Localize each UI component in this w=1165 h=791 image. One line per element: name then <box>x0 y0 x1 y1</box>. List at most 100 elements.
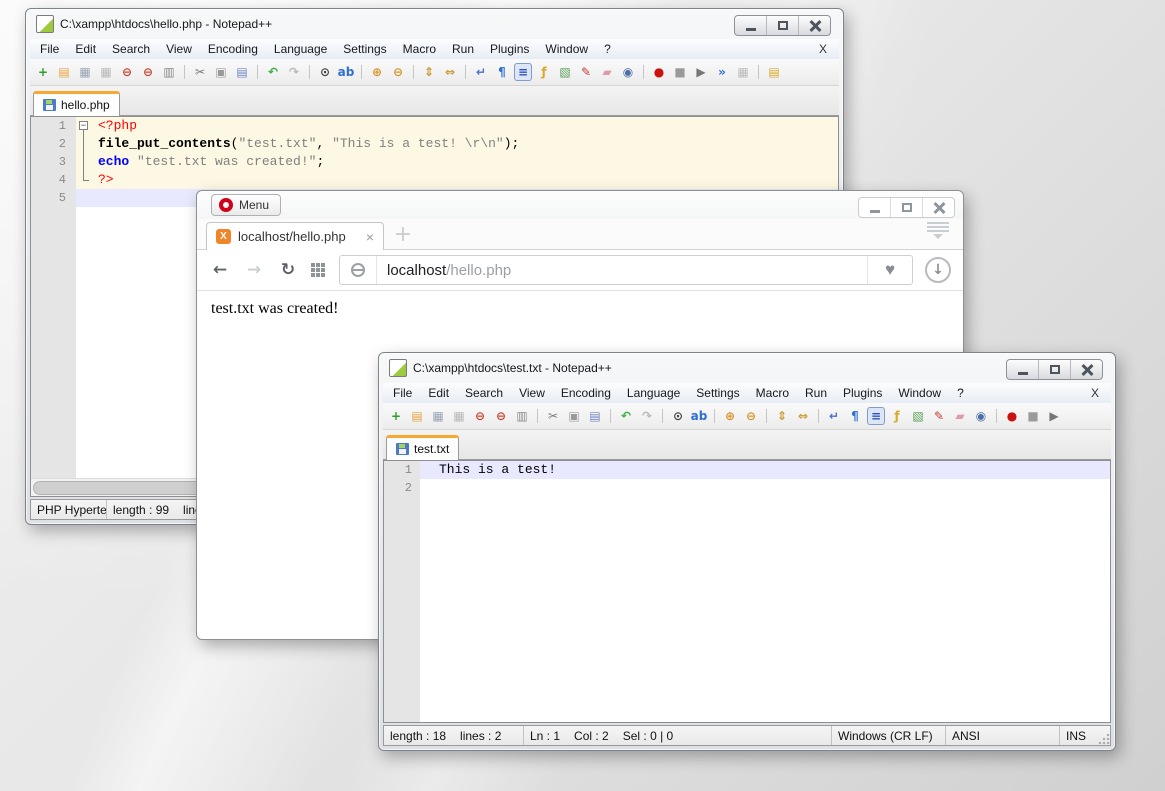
new-tab-button[interactable]: + <box>389 223 417 249</box>
bookmark-heart-button[interactable]: ♥ <box>867 256 912 284</box>
reload-button[interactable]: ↻ <box>277 261 299 279</box>
menu-item-search[interactable]: Search <box>104 40 158 58</box>
paste-icon[interactable]: ▤ <box>586 407 604 425</box>
new-file-icon[interactable]: + <box>34 63 52 81</box>
menu-item-window[interactable]: Window <box>890 384 949 402</box>
menu-item-file[interactable]: File <box>32 40 67 58</box>
back-button[interactable]: ← <box>209 261 231 279</box>
close-doc-icon[interactable]: ⊖ <box>118 63 136 81</box>
indent-guide-icon[interactable]: ≡ <box>514 63 532 81</box>
menu-item-language[interactable]: Language <box>266 40 335 58</box>
close-button[interactable] <box>798 16 830 35</box>
zoom-in-icon[interactable]: ⊕ <box>714 407 739 425</box>
menu-item-encoding[interactable]: Encoding <box>553 384 619 402</box>
menu-item-view[interactable]: View <box>511 384 553 402</box>
minimize-button[interactable] <box>735 16 766 35</box>
replace-icon[interactable]: ab <box>337 63 355 81</box>
function-list-icon[interactable]: ƒ <box>535 63 553 81</box>
macro-stop-icon[interactable]: ■ <box>671 63 689 81</box>
tab-test-txt[interactable]: test.txt <box>386 435 460 460</box>
tab-close-icon[interactable]: × <box>366 230 374 244</box>
speed-dial-icon[interactable] <box>311 263 325 277</box>
sync-horizontal-scroll-icon[interactable]: ⇔ <box>441 63 459 81</box>
cut-icon[interactable]: ✂ <box>184 63 209 81</box>
menu-item-macro[interactable]: Macro <box>748 384 797 402</box>
macro-record-icon[interactable]: ● <box>643 63 668 81</box>
maximize-button[interactable] <box>890 198 922 217</box>
menu-item-search[interactable]: Search <box>457 384 511 402</box>
maximize-button[interactable] <box>766 16 798 35</box>
show-all-characters-icon[interactable]: ¶ <box>493 63 511 81</box>
show-all-characters-icon[interactable]: ¶ <box>846 407 864 425</box>
menu-item-view[interactable]: View <box>158 40 200 58</box>
replace-icon[interactable]: ab <box>690 407 708 425</box>
sync-horizontal-scroll-icon[interactable]: ⇔ <box>794 407 812 425</box>
opera-menu-button[interactable]: Menu <box>211 194 282 216</box>
menu-close-document-button[interactable]: X <box>809 42 837 56</box>
print-icon[interactable]: ▥ <box>160 63 178 81</box>
zoom-out-icon[interactable]: ⊖ <box>389 63 407 81</box>
macro-run-multiple-icon[interactable]: » <box>713 63 731 81</box>
document-map-icon[interactable]: ▧ <box>909 407 927 425</box>
menu-item-encoding[interactable]: Encoding <box>200 40 266 58</box>
menu-item-settings[interactable]: Settings <box>688 384 747 402</box>
find-icon[interactable]: ⊙ <box>309 63 334 81</box>
macro-record-icon[interactable]: ● <box>996 407 1021 425</box>
open-folder-icon[interactable]: ▤ <box>55 63 73 81</box>
menu-item-plugins[interactable]: Plugins <box>482 40 537 58</box>
menu-item-run[interactable]: Run <box>797 384 835 402</box>
zoom-in-icon[interactable]: ⊕ <box>361 63 386 81</box>
status-insert-mode[interactable]: INS <box>1060 726 1096 745</box>
menu-item-run[interactable]: Run <box>444 40 482 58</box>
tab-menu-icon[interactable] <box>927 222 949 244</box>
editor-line[interactable]: 1 This is a test! <box>384 461 1110 479</box>
new-file-icon[interactable]: + <box>387 407 405 425</box>
editor-line[interactable]: 3 echo "test.txt was created!"; <box>31 153 838 171</box>
fold-marker-icon[interactable] <box>76 117 96 135</box>
menu-item-window[interactable]: Window <box>537 40 596 58</box>
word-wrap-icon[interactable]: ↵ <box>465 63 490 81</box>
editor-line[interactable]: 2 <box>384 479 1110 497</box>
minimize-button[interactable] <box>859 198 890 217</box>
status-encoding[interactable]: ANSI <box>946 726 1060 745</box>
menu-item-settings[interactable]: Settings <box>335 40 394 58</box>
editor-empty-area[interactable] <box>384 497 1110 722</box>
status-eol-format[interactable]: Windows (CR LF) <box>832 726 946 745</box>
menu-item-[interactable]: ? <box>949 384 972 402</box>
save-all-icon[interactable]: ▦ <box>450 407 468 425</box>
save-icon[interactable]: ▦ <box>76 63 94 81</box>
copy-icon[interactable]: ▣ <box>212 63 230 81</box>
save-all-icon[interactable]: ▦ <box>97 63 115 81</box>
macro-save-icon[interactable]: ▦ <box>734 63 752 81</box>
redo-icon[interactable]: ↷ <box>638 407 656 425</box>
menu-item-macro[interactable]: Macro <box>395 40 444 58</box>
document-map-icon[interactable]: ▧ <box>556 63 574 81</box>
project-panel-icon[interactable]: ▰ <box>598 63 616 81</box>
editor-line[interactable]: 1 <?php <box>31 117 838 135</box>
indent-guide-icon[interactable]: ≡ <box>867 407 885 425</box>
sync-vertical-scroll-icon[interactable]: ⇕ <box>766 407 791 425</box>
maximize-button[interactable] <box>1038 360 1070 379</box>
url-text[interactable]: localhost/hello.php <box>377 262 511 279</box>
minimize-button[interactable] <box>1007 360 1038 379</box>
word-wrap-icon[interactable]: ↵ <box>818 407 843 425</box>
menu-item-edit[interactable]: Edit <box>67 40 104 58</box>
title-bar[interactable]: C:\xampp\htdocs\test.txt - Notepad++ <box>383 353 1111 383</box>
close-button[interactable] <box>1070 360 1102 379</box>
menu-item-file[interactable]: File <box>385 384 420 402</box>
close-button[interactable] <box>922 198 954 217</box>
download-button[interactable]: ↓ <box>925 257 951 283</box>
document-switcher-icon[interactable]: ✎ <box>930 407 948 425</box>
open-folder-icon[interactable]: ▤ <box>408 407 426 425</box>
address-bar[interactable]: localhost/hello.php ♥ <box>339 255 913 285</box>
paste-icon[interactable]: ▤ <box>233 63 251 81</box>
close-all-docs-icon[interactable]: ⊖ <box>139 63 157 81</box>
undo-icon[interactable]: ↶ <box>610 407 635 425</box>
title-bar[interactable]: C:\xampp\htdocs\hello.php - Notepad++ <box>30 9 839 39</box>
menu-close-document-button[interactable]: X <box>1081 386 1109 400</box>
editor[interactable]: 1 This is a test! 2 <box>383 460 1111 723</box>
save-icon[interactable]: ▦ <box>429 407 447 425</box>
macro-play-icon[interactable]: ▶ <box>692 63 710 81</box>
resize-grip[interactable] <box>1098 733 1110 745</box>
close-doc-icon[interactable]: ⊖ <box>471 407 489 425</box>
